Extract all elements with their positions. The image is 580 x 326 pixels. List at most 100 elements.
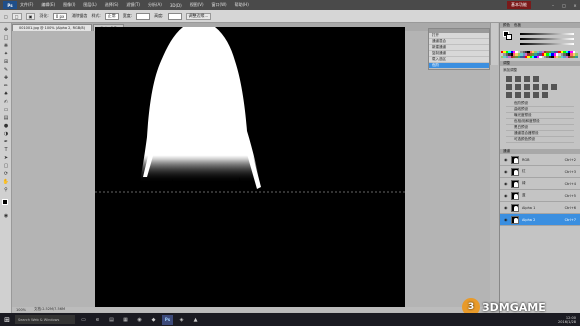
menu-select[interactable]: 选择(S) — [105, 2, 119, 8]
app-icon-3[interactable]: ◈ — [176, 315, 187, 325]
app-icon-4[interactable]: ▲ — [190, 315, 201, 325]
shape-tool-icon[interactable]: ▢ — [2, 163, 10, 169]
task-view-icon[interactable]: ▭ — [78, 315, 89, 325]
antialias-checkbox[interactable]: 消除锯齿 — [71, 13, 87, 19]
visibility-eye-icon[interactable]: ◉ — [504, 205, 508, 210]
type-tool-icon[interactable]: T — [2, 147, 10, 153]
workspace-essentials-button[interactable]: 基本功能 — [507, 1, 531, 9]
height-input[interactable] — [167, 12, 182, 20]
history-item[interactable]: 色阶 — [429, 63, 489, 69]
width-input[interactable] — [136, 12, 151, 20]
hand-tool-icon[interactable]: ✋ — [2, 179, 10, 185]
blur-tool-icon[interactable]: ● — [2, 123, 10, 129]
photo-filter-icon[interactable] — [542, 84, 548, 91]
crop-tool-icon[interactable]: ⊞ — [2, 59, 10, 65]
menu-layer[interactable]: 图层(L) — [83, 2, 96, 8]
menu-edit[interactable]: 编辑(E) — [41, 2, 55, 8]
gradient-tool-icon[interactable]: ▤ — [2, 115, 10, 121]
color-swatch[interactable] — [575, 55, 578, 59]
preset-item[interactable]: 可选颜色预设 — [506, 137, 574, 144]
app-icon-2[interactable]: ◆ — [148, 315, 159, 325]
visibility-eye-icon[interactable]: ◉ — [504, 157, 508, 162]
tab-document-1[interactable]: 001001.jpg @ 100% (Alpha 2, RGB/8) — [12, 24, 92, 31]
channel-row[interactable]: ◉ 绿 Ctrl+4 — [500, 178, 580, 191]
style-select[interactable]: 正常 — [104, 12, 119, 20]
marquee-tool-icon[interactable]: □ — [4, 14, 8, 19]
exposure-icon[interactable] — [533, 76, 539, 83]
selection-mode-new[interactable]: □ — [11, 12, 22, 20]
app-icon-1[interactable]: ◉ — [134, 315, 145, 325]
curves-icon[interactable] — [524, 76, 530, 83]
eraser-tool-icon[interactable]: ▭ — [2, 107, 10, 113]
taskbar-search[interactable]: Search Web & Windows — [15, 315, 75, 324]
color-slider-b[interactable] — [520, 43, 574, 45]
eyedropper-tool-icon[interactable]: ✎ — [2, 67, 10, 73]
menu-image[interactable]: 图像(I) — [63, 2, 75, 8]
visibility-eye-icon[interactable]: ◉ — [504, 217, 508, 222]
menu-analysis[interactable]: 分析(A) — [148, 2, 162, 8]
color-slider-r[interactable] — [520, 33, 574, 35]
channel-row[interactable]: ◉ Alpha 1 Ctrl+6 — [500, 202, 580, 215]
path-select-tool-icon[interactable]: ➤ — [2, 155, 10, 161]
invert-icon[interactable] — [506, 92, 512, 99]
swatch-grid[interactable] — [501, 51, 579, 59]
channel-mixer-icon[interactable] — [551, 84, 557, 91]
history-brush-tool-icon[interactable]: ✍ — [2, 99, 10, 105]
explorer-icon[interactable]: ▤ — [106, 315, 117, 325]
healing-tool-icon[interactable]: ✚ — [2, 75, 10, 81]
color-balance-icon[interactable] — [524, 84, 530, 91]
bg-color-chip[interactable] — [506, 34, 512, 40]
channel-row[interactable]: ◉ 蓝 Ctrl+5 — [500, 190, 580, 203]
quick-mask-icon[interactable]: ◉ — [2, 213, 10, 219]
lasso-tool-icon[interactable]: ❋ — [2, 43, 10, 49]
feather-input[interactable]: 0 px — [52, 12, 68, 20]
stamp-tool-icon[interactable]: ♠ — [2, 91, 10, 97]
menu-view[interactable]: 视图(V) — [190, 2, 204, 8]
color-slider-g[interactable] — [520, 38, 574, 40]
refine-edge-button[interactable]: 调整边缘... — [185, 12, 212, 20]
brightness-icon[interactable] — [506, 76, 512, 83]
channel-row[interactable]: ◉ Alpha 2 Ctrl+7 — [500, 214, 580, 227]
selection-mode-add[interactable]: ▣ — [25, 12, 36, 20]
move-tool-icon[interactable]: ✥ — [2, 27, 10, 33]
channel-row[interactable]: ◉ RGB Ctrl+2 — [500, 154, 580, 167]
pen-tool-icon[interactable]: ✒ — [2, 139, 10, 145]
menu-file[interactable]: 文件(F) — [20, 2, 33, 8]
bw-icon[interactable] — [533, 84, 539, 91]
dodge-tool-icon[interactable]: ◑ — [2, 131, 10, 137]
collapsed-panel-dock[interactable] — [490, 23, 498, 65]
windows-start-icon[interactable]: ⊞ — [2, 315, 12, 325]
marquee-tool-icon[interactable]: □ — [2, 35, 10, 41]
selective-color-icon[interactable] — [542, 92, 548, 99]
visibility-eye-icon[interactable]: ◉ — [504, 181, 508, 186]
minimize-icon[interactable]: – — [548, 1, 558, 9]
menu-filter[interactable]: 滤镜(T) — [126, 2, 140, 8]
photoshop-taskbar-icon[interactable]: Ps — [162, 314, 173, 325]
tab-adjustments[interactable]: 调整 — [503, 61, 510, 66]
brush-tool-icon[interactable]: ✏ — [2, 83, 10, 89]
menu-window[interactable]: 窗口(W) — [212, 2, 227, 8]
vibrance-icon[interactable] — [506, 84, 512, 91]
store-icon[interactable]: ▦ — [120, 315, 131, 325]
levels-icon[interactable] — [515, 76, 521, 83]
foreground-color-swatch[interactable] — [2, 199, 8, 205]
channel-row[interactable]: ◉ 红 Ctrl+3 — [500, 166, 580, 179]
menu-help[interactable]: 帮助(H) — [235, 2, 249, 8]
color-picker[interactable] — [500, 28, 580, 50]
posterize-icon[interactable] — [515, 92, 521, 99]
zoom-level[interactable]: 100% — [16, 308, 26, 312]
edge-icon[interactable]: e — [92, 315, 103, 325]
document-canvas[interactable] — [95, 27, 405, 308]
3d-rotate-tool-icon[interactable]: ⟳ — [2, 171, 10, 177]
zoom-tool-icon[interactable]: ⚲ — [2, 187, 10, 193]
visibility-eye-icon[interactable]: ◉ — [504, 169, 508, 174]
close-icon[interactable]: × — [570, 1, 580, 9]
maximize-icon[interactable]: □ — [559, 1, 569, 9]
tab-channels[interactable]: 通道 — [503, 149, 510, 154]
quick-select-tool-icon[interactable]: ✦ — [2, 51, 10, 57]
taskbar-clock[interactable]: 12:00 2016/1/28 — [558, 316, 576, 324]
threshold-icon[interactable] — [524, 92, 530, 99]
gradient-map-icon[interactable] — [533, 92, 539, 99]
visibility-eye-icon[interactable]: ◉ — [504, 193, 508, 198]
hue-icon[interactable] — [515, 84, 521, 91]
